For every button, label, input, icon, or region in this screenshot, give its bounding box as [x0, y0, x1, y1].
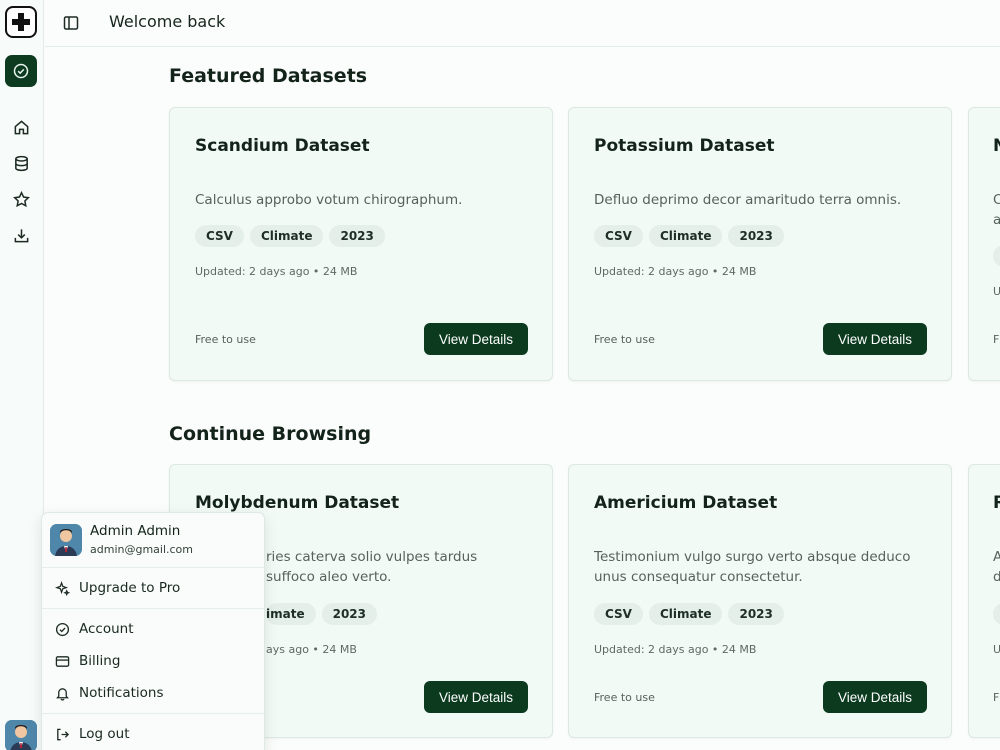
star-icon[interactable] — [11, 189, 31, 209]
billing-menu-item[interactable]: Billing — [42, 646, 264, 676]
dataset-card: Scandium Dataset Calculus approbo votum … — [169, 107, 553, 381]
dataset-card: N C a U F — [968, 107, 1000, 381]
tag-list: CSV Climate 2023 — [594, 225, 784, 247]
user-menu: Admin Admin admin@gmail.com Upgrade to P… — [41, 512, 265, 750]
card-license: Free to use — [195, 333, 256, 346]
tag-list — [993, 245, 1000, 267]
bell-icon — [54, 685, 70, 701]
check-circle-icon[interactable] — [5, 55, 37, 87]
view-details-button[interactable]: View Details — [424, 681, 528, 713]
card-description: Calculus approbo votum chirographum. — [195, 192, 463, 208]
plus-logo-icon[interactable] — [5, 6, 37, 38]
tag: 2023 — [728, 603, 784, 625]
tag: 2023 — [728, 225, 784, 247]
view-details-button[interactable]: View Details — [424, 323, 528, 355]
download-icon[interactable] — [11, 225, 31, 245]
avatar[interactable] — [5, 720, 37, 750]
tag: imate — [266, 603, 316, 625]
tag: CSV — [594, 225, 643, 247]
card-title: Americium Dataset — [594, 493, 778, 513]
card-meta: ays ago • 24 MB — [266, 643, 357, 656]
divider — [42, 608, 264, 609]
tag: 2023 — [321, 603, 377, 625]
upgrade-menu-item[interactable]: Upgrade to Pro — [42, 573, 264, 603]
card-license: F — [993, 691, 1000, 704]
card-meta: U — [993, 643, 1000, 656]
tag: CSV — [195, 225, 244, 247]
left-rail — [0, 0, 44, 750]
view-details-button[interactable]: View Details — [823, 323, 927, 355]
credit-card-icon — [54, 653, 70, 669]
notifications-label: Notifications — [79, 685, 164, 701]
billing-label: Billing — [79, 653, 121, 669]
card-description: Defluo deprimo decor amaritudo terra omn… — [594, 192, 902, 208]
card-description: A d — [993, 549, 1000, 585]
tag — [993, 245, 1000, 267]
tag-list: CSV Climate 2023 — [594, 603, 784, 625]
card-meta: Updated: 2 days ago • 24 MB — [195, 265, 358, 278]
card-meta: U — [993, 285, 1000, 298]
section-title-featured: Featured Datasets — [169, 65, 368, 87]
card-license: Free to use — [594, 691, 655, 704]
card-title: Potassium Dataset — [594, 136, 775, 156]
tag-list: imate 2023 — [266, 603, 377, 625]
tag: CSV — [594, 603, 643, 625]
tag: Climate — [648, 603, 723, 625]
home-icon[interactable] — [11, 117, 31, 137]
user-name: Admin Admin — [90, 523, 181, 539]
card-meta: Updated: 2 days ago • 24 MB — [594, 643, 757, 656]
notifications-menu-item[interactable]: Notifications — [42, 678, 264, 708]
avatar — [50, 524, 82, 556]
logout-icon — [54, 726, 70, 742]
tag-list — [993, 603, 1000, 625]
check-circle-icon — [54, 621, 70, 637]
card-meta: Updated: 2 days ago • 24 MB — [594, 265, 757, 278]
card-description: ries caterva solio vulpes tardus suffoco… — [266, 549, 478, 585]
user-menu-header: Admin Admin admin@gmail.com — [42, 513, 264, 568]
logout-label: Log out — [79, 726, 130, 742]
dataset-card: R A d U F — [968, 464, 1000, 738]
card-title: N — [993, 136, 1000, 156]
view-details-button[interactable]: View Details — [823, 681, 927, 713]
sparkles-icon — [54, 580, 70, 596]
page-title: Welcome back — [109, 12, 226, 31]
card-title: Molybdenum Dataset — [195, 493, 400, 513]
tag: Climate — [648, 225, 723, 247]
tag-list: CSV Climate 2023 — [195, 225, 385, 247]
card-description: Testimonium vulgo surgo verto absque ded… — [594, 549, 911, 585]
card-license: F — [993, 333, 1000, 346]
card-license: Free to use — [594, 333, 655, 346]
upgrade-label: Upgrade to Pro — [79, 580, 181, 596]
dataset-card: Potassium Dataset Defluo deprimo decor a… — [568, 107, 952, 381]
card-title: Scandium Dataset — [195, 136, 370, 156]
dataset-card: Americium Dataset Testimonium vulgo surg… — [568, 464, 952, 738]
account-menu-item[interactable]: Account — [42, 614, 264, 644]
top-bar: Welcome back — [45, 0, 1000, 47]
sidebar-toggle-icon[interactable] — [61, 13, 81, 33]
section-title-continue: Continue Browsing — [169, 423, 372, 445]
card-description: C a — [993, 192, 1000, 228]
card-title: R — [993, 493, 1000, 513]
divider — [42, 713, 264, 714]
logout-menu-item[interactable]: Log out — [42, 719, 264, 749]
user-email: admin@gmail.com — [90, 543, 194, 556]
tag: Climate — [249, 225, 324, 247]
tag: 2023 — [329, 225, 385, 247]
account-label: Account — [79, 621, 134, 637]
database-icon[interactable] — [11, 153, 31, 173]
tag — [993, 603, 1000, 625]
